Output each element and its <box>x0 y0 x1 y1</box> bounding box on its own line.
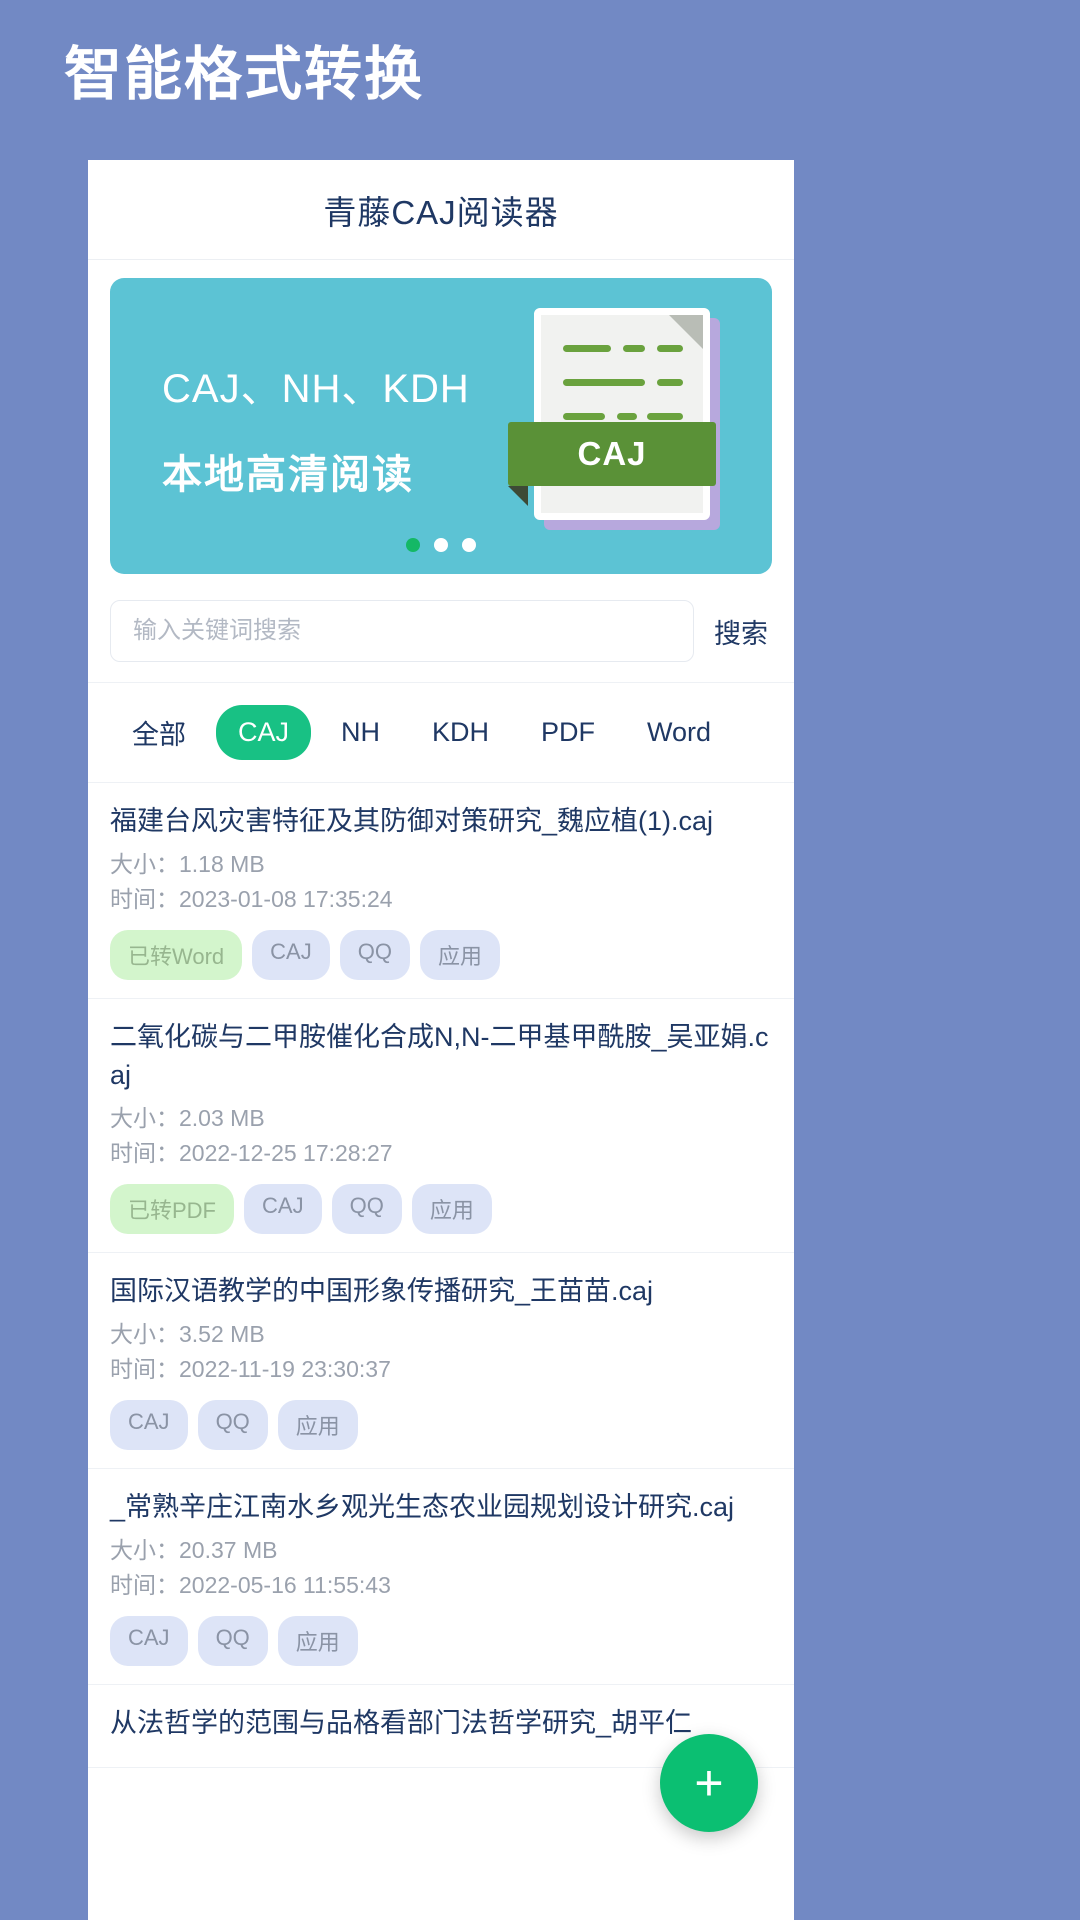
filter-tabs: 全部 CAJ NH KDH PDF Word <box>88 683 794 783</box>
status-badge: 已转Word <box>110 930 243 981</box>
file-time: 时间：2022-12-25 17:28:27 <box>110 1140 393 1167</box>
file-time: 时间：2023-01-08 17:35:24 <box>110 886 393 913</box>
source-badge: QQ <box>331 1183 402 1234</box>
file-name: 国际汉语教学的中国形象传播研究_王苗苗.caj <box>110 1275 654 1306</box>
file-name: 从法哲学的范围与品格看部门法哲学研究_胡平仁 <box>110 1708 693 1739</box>
caj-format-badge: CAJ <box>508 422 716 486</box>
origin-badge: 应用 <box>419 930 500 981</box>
filter-tab-caj[interactable]: CAJ <box>216 705 312 760</box>
filter-tab-kdh[interactable]: KDH <box>410 705 511 760</box>
filter-tab-word[interactable]: Word <box>625 705 733 760</box>
origin-badge: 应用 <box>277 1400 358 1451</box>
search-button[interactable]: 搜索 <box>710 612 772 651</box>
doc-text-line <box>647 413 683 420</box>
file-list: 福建台风灾害特征及其防御对策研究_魏应植(1).caj 大小：1.18 MB 时… <box>88 783 794 1768</box>
file-size: 大小：3.52 MB <box>110 1320 265 1347</box>
banner-text-group: CAJ、NH、KDH 本地高清阅读 <box>162 356 470 500</box>
file-name: 福建台风灾害特征及其防御对策研究_魏应植(1).caj <box>110 806 714 836</box>
search-bar: 搜索 <box>88 584 794 683</box>
add-file-button[interactable]: + <box>660 1734 758 1832</box>
page-title: 智能格式转换 <box>64 42 425 107</box>
filter-tab-nh[interactable]: NH <box>319 705 402 760</box>
source-badge: QQ <box>197 1400 268 1451</box>
format-badge: CAJ <box>252 930 330 981</box>
list-item[interactable]: 二氧化碳与二甲胺催化合成N,N-二甲基甲酰胺_吴亚娟.caj 大小：2.03 M… <box>88 999 794 1253</box>
doc-text-line <box>563 379 645 386</box>
promo-banner[interactable]: CAJ、NH、KDH 本地高清阅读 CAJ <box>110 278 772 574</box>
list-item[interactable]: 福建台风灾害特征及其防御对策研究_魏应植(1).caj 大小：1.18 MB 时… <box>88 783 794 1000</box>
source-badge: QQ <box>339 930 410 981</box>
file-name: 二氧化碳与二甲胺催化合成N,N-二甲基甲酰胺_吴亚娟.caj <box>110 1022 769 1090</box>
doc-text-line <box>563 413 605 420</box>
doc-text-line <box>657 379 683 386</box>
app-window: 青藤CAJ阅读器 CAJ、NH、KDH 本地高清阅读 CAJ 输入关键词搜索 搜… <box>88 160 794 1920</box>
file-time: 时间：2022-05-16 11:55:43 <box>110 1572 391 1599</box>
file-tags: CAJ QQ 应用 <box>110 1616 772 1667</box>
carousel-dot-1[interactable] <box>406 538 420 552</box>
format-badge: CAJ <box>244 1183 322 1234</box>
banner-line-2: 本地高清阅读 <box>162 453 414 497</box>
document-illustration-icon: CAJ <box>508 304 750 534</box>
format-badge: CAJ <box>110 1616 188 1667</box>
format-badge: CAJ <box>110 1400 188 1451</box>
caj-format-badge-label: CAJ <box>577 435 647 472</box>
status-badge: 已转PDF <box>110 1183 235 1234</box>
file-tags: CAJ QQ 应用 <box>110 1400 772 1451</box>
banner-container: CAJ、NH、KDH 本地高清阅读 CAJ <box>88 260 794 584</box>
document-corner-fold-icon <box>669 315 703 349</box>
carousel-dot-3[interactable] <box>462 538 476 552</box>
doc-text-line <box>617 413 637 420</box>
screen: 智能格式转换 青藤CAJ阅读器 CAJ、NH、KDH 本地高清阅读 CAJ 输入… <box>0 0 1080 1920</box>
file-size: 大小：20.37 MB <box>110 1536 278 1563</box>
file-size: 大小：2.03 MB <box>110 1104 265 1131</box>
file-time: 时间：2022-11-19 23:30:37 <box>110 1356 391 1383</box>
filter-tab-all[interactable]: 全部 <box>110 701 208 764</box>
origin-badge: 应用 <box>411 1183 492 1234</box>
carousel-dot-2[interactable] <box>434 538 448 552</box>
file-tags: 已转PDF CAJ QQ 应用 <box>110 1183 772 1234</box>
list-item[interactable]: 国际汉语教学的中国形象传播研究_王苗苗.caj 大小：3.52 MB 时间：20… <box>88 1253 794 1470</box>
document-sheet <box>534 308 710 520</box>
carousel-indicator <box>110 538 772 552</box>
doc-text-line <box>657 345 683 352</box>
search-input[interactable] <box>110 600 694 662</box>
ribbon-fold-icon <box>508 486 528 506</box>
plus-icon: + <box>694 1755 724 1811</box>
source-badge: QQ <box>197 1616 268 1667</box>
file-name: _常熟辛庄江南水乡观光生态农业园规划设计研究.caj <box>110 1492 735 1523</box>
doc-text-line <box>623 345 645 352</box>
file-size: 大小：1.18 MB <box>110 850 265 877</box>
doc-text-line <box>563 345 611 352</box>
origin-badge: 应用 <box>277 1616 358 1667</box>
file-tags: 已转Word CAJ QQ 应用 <box>110 930 772 981</box>
app-header: 青藤CAJ阅读器 <box>88 160 794 260</box>
list-item[interactable]: _常熟辛庄江南水乡观光生态农业园规划设计研究.caj 大小：20.37 MB 时… <box>88 1469 794 1686</box>
filter-tab-pdf[interactable]: PDF <box>519 705 617 760</box>
app-title: 青藤CAJ阅读器 <box>323 193 559 231</box>
banner-line-1: CAJ、NH、KDH <box>162 367 470 411</box>
